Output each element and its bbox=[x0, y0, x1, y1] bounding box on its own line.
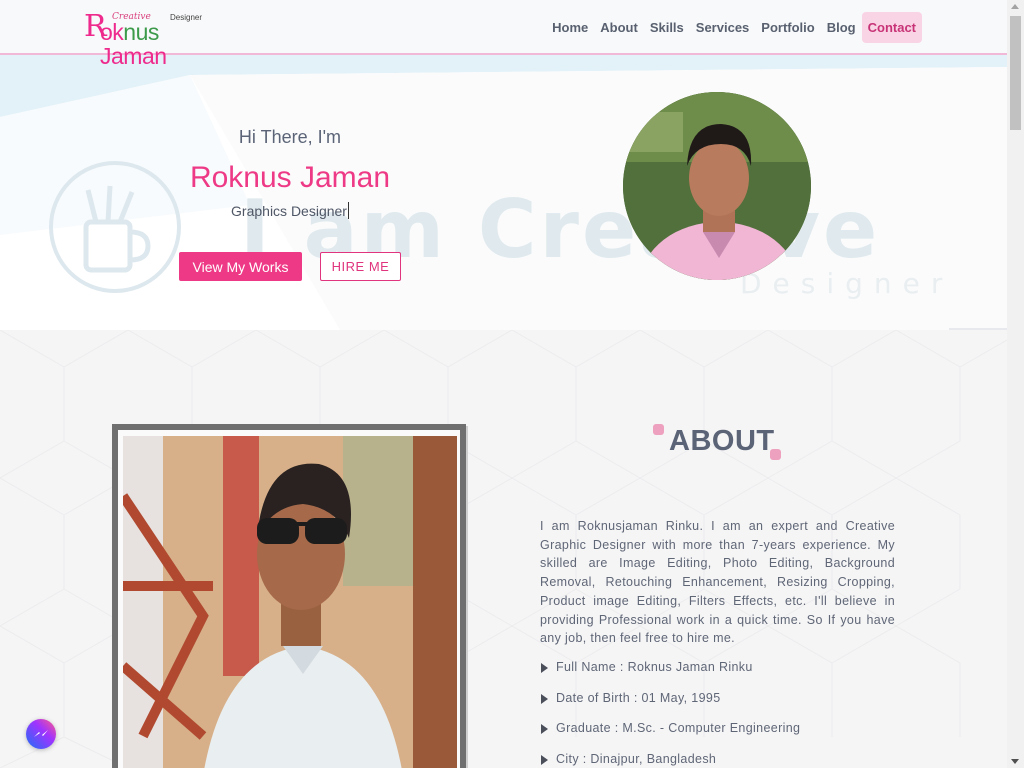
about-title: ABOUT bbox=[669, 425, 775, 457]
navbar: R Creative Designer oknus Jaman Home Abo… bbox=[0, 0, 1007, 69]
nav-blog[interactable]: Blog bbox=[821, 12, 862, 43]
hero-background-subtext: Designer bbox=[740, 267, 954, 300]
caret-right-icon bbox=[541, 754, 548, 765]
nav-home[interactable]: Home bbox=[546, 12, 594, 43]
nav-contact[interactable]: Contact bbox=[861, 12, 922, 43]
caret-right-icon bbox=[541, 724, 548, 734]
info-item-full-name: Full Name : Roknus Jaman Rinku bbox=[541, 660, 921, 691]
scrollbar-thumb[interactable] bbox=[1010, 16, 1021, 130]
nav-portfolio[interactable]: Portfolio bbox=[755, 12, 820, 43]
profile-avatar bbox=[623, 92, 811, 280]
messenger-chat-button[interactable] bbox=[26, 719, 56, 749]
messenger-icon bbox=[26, 719, 56, 749]
hero-name: Roknus Jaman bbox=[189, 161, 391, 194]
info-item-date-of-birth: Date of Birth : 01 May, 1995 bbox=[541, 691, 921, 722]
hero-greeting: Hi There, I'm bbox=[238, 127, 342, 147]
nav-services[interactable]: Services bbox=[690, 12, 756, 43]
nav-about[interactable]: About bbox=[594, 12, 644, 43]
nav-skills[interactable]: Skills bbox=[644, 12, 690, 43]
title-decoration-dot bbox=[653, 424, 664, 435]
caret-right-icon bbox=[541, 663, 548, 673]
hire-me-button[interactable]: HIRE ME bbox=[320, 252, 401, 281]
about-photo bbox=[123, 436, 457, 768]
typing-caret bbox=[347, 202, 349, 219]
hero-section: I am Creative Designer Hi There, I'm Rok… bbox=[0, 55, 1007, 330]
logo-name: oknus Jaman bbox=[100, 19, 167, 69]
page-scrollbar[interactable] bbox=[1007, 0, 1024, 768]
info-item-city: City : Dinajpur, Bangladesh bbox=[541, 752, 921, 768]
scroll-down-arrow-icon[interactable] bbox=[1011, 759, 1019, 764]
site-logo[interactable]: R Creative Designer oknus Jaman bbox=[84, 10, 224, 69]
about-info-list: Full Name : Roknus Jaman Rinku Date of B… bbox=[541, 660, 921, 768]
hero-role: Graphics Designer bbox=[231, 202, 349, 219]
main-nav: Home About Skills Services Portfolio Blo… bbox=[546, 12, 922, 43]
scroll-up-arrow-icon[interactable] bbox=[1011, 4, 1019, 9]
info-item-graduate: Graduate : M.Sc. - Computer Engineering bbox=[541, 721, 921, 752]
caret-right-icon bbox=[541, 693, 548, 704]
about-section: ABOUT I am Roknusjaman Rinku. I am an ex… bbox=[0, 330, 1007, 768]
view-my-works-button[interactable]: View My Works bbox=[179, 252, 302, 281]
about-paragraph: I am Roknusjaman Rinku. I am an expert a… bbox=[540, 519, 895, 646]
